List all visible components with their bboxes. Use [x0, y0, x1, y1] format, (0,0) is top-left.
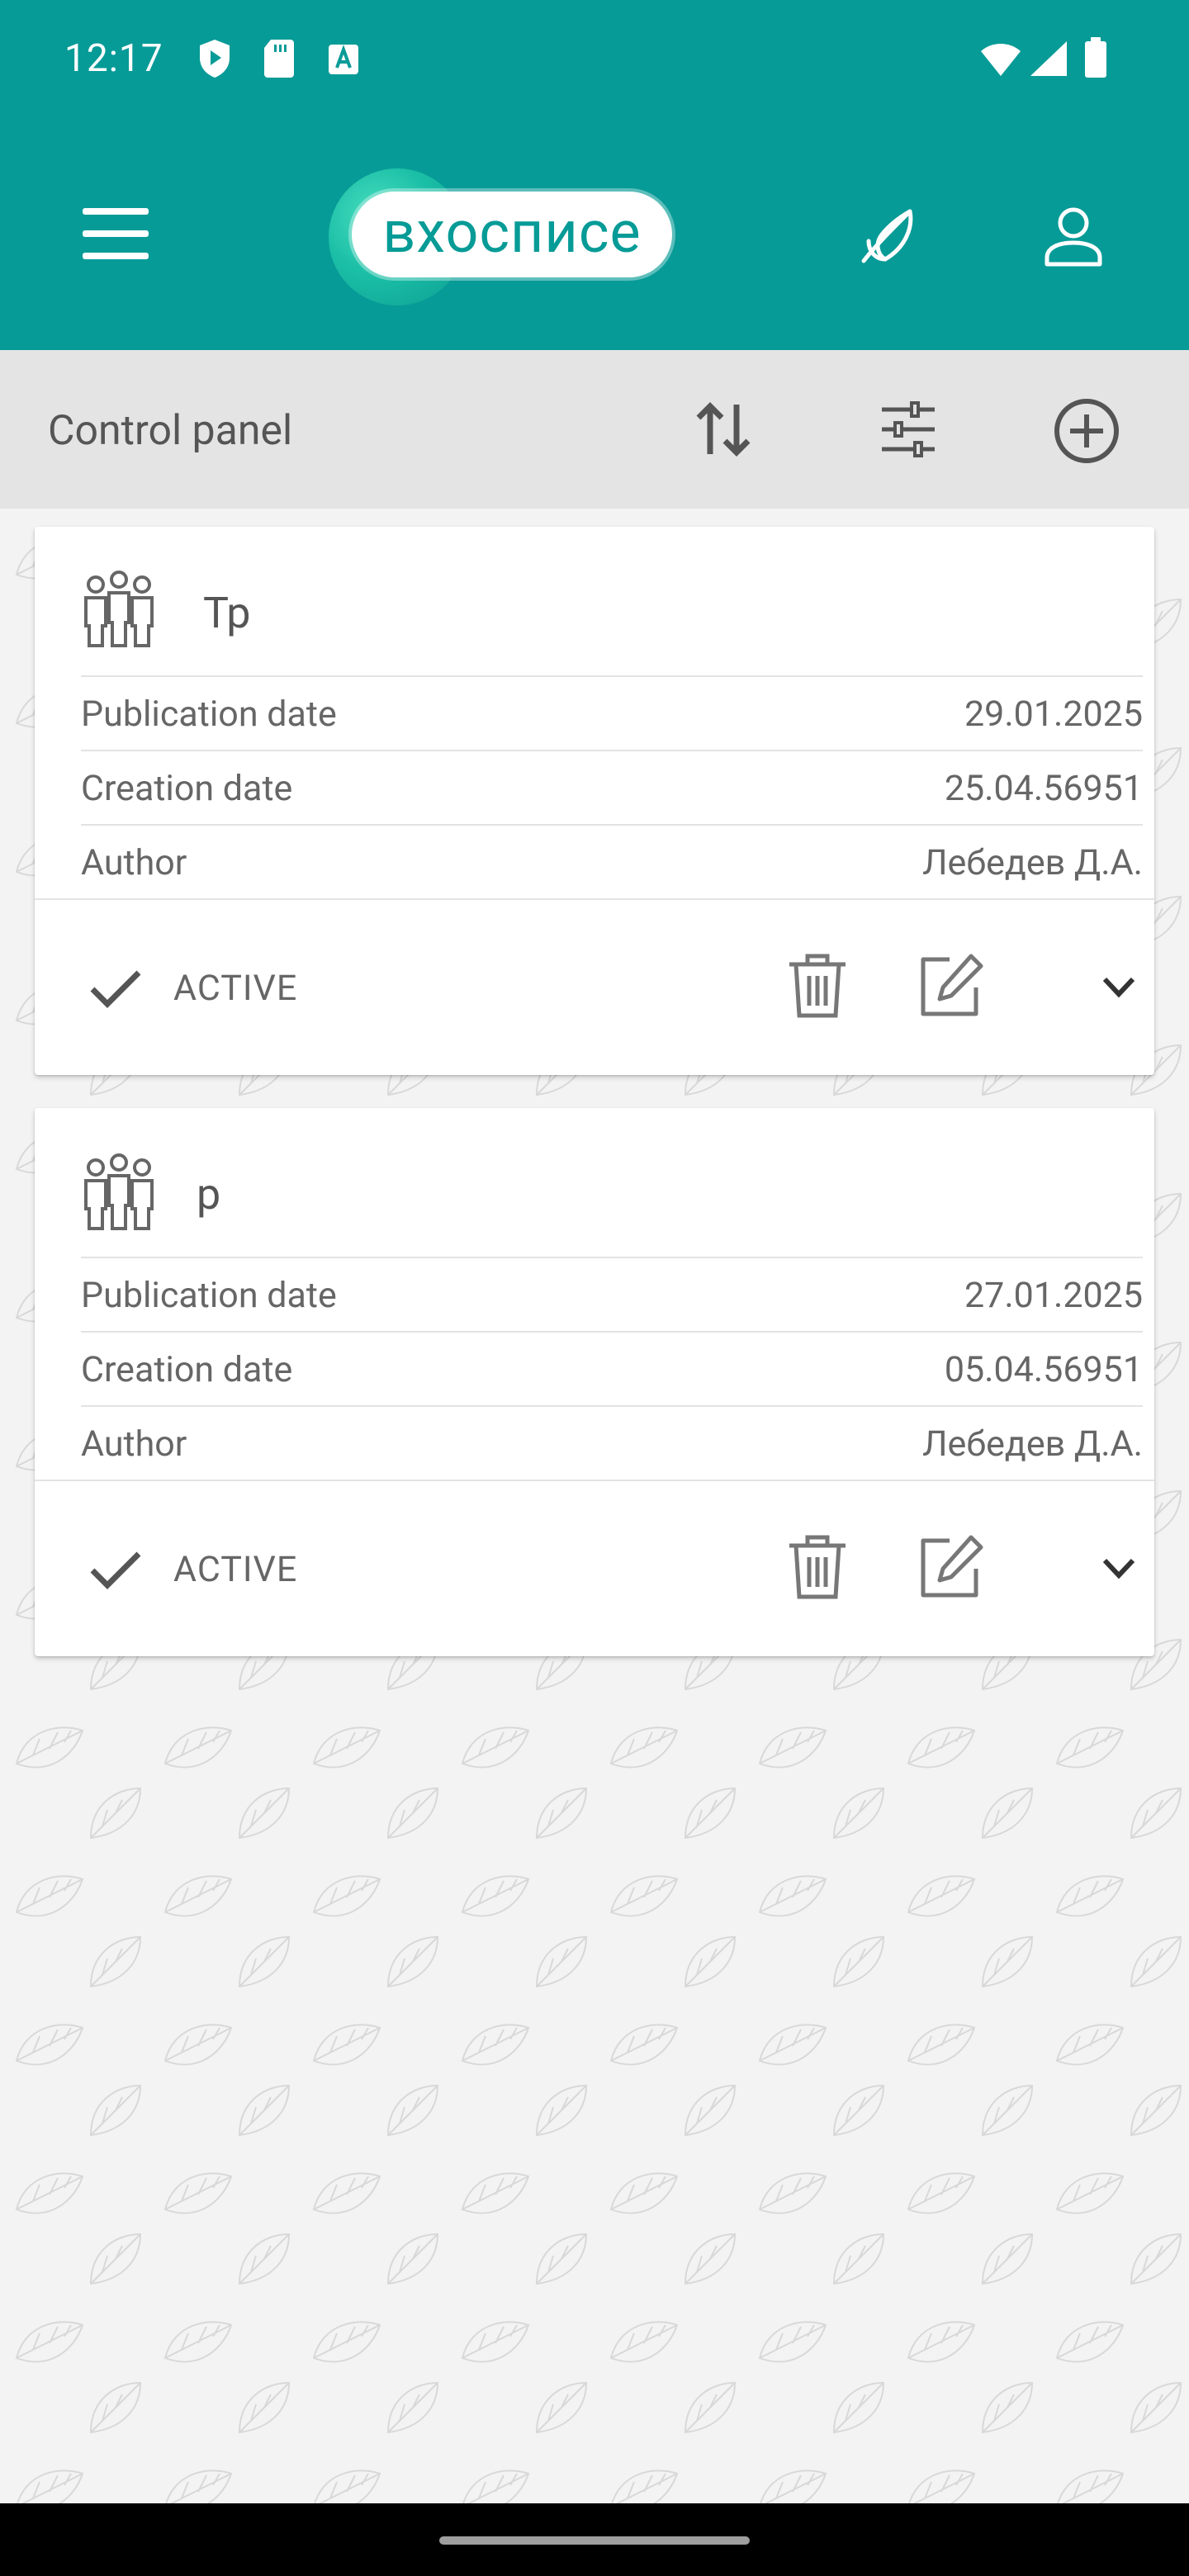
chevron-down-icon[interactable]: [1100, 971, 1138, 1007]
card-title: Тр: [203, 588, 251, 638]
card-actions: ACTIVE: [35, 898, 1154, 1077]
status-label: ACTIVE: [173, 968, 298, 1009]
publication-date-row: Publication date 27.01.2025: [81, 1257, 1143, 1333]
status-bar: 12:17: [0, 0, 1189, 122]
row-label: Creation date: [81, 1349, 293, 1390]
sd-card-icon: [263, 38, 296, 83]
author-row: Author Лебедев Д.А.: [81, 824, 1143, 900]
row-label: Publication date: [81, 1275, 337, 1316]
creation-date-row: Creation date 25.04.56951: [81, 750, 1143, 826]
edit-icon[interactable]: [917, 951, 986, 1024]
menu-icon-line: [83, 208, 149, 215]
event-card[interactable]: Тр Publication date 29.01.2025 Creation …: [35, 527, 1154, 1075]
filter-sliders-icon[interactable]: [875, 396, 941, 466]
card-header: р: [35, 1108, 1154, 1257]
row-label: Author: [81, 842, 187, 883]
menu-icon-line: [83, 253, 149, 259]
card-title: р: [197, 1169, 221, 1219]
publication-date-row: Publication date 29.01.2025: [81, 675, 1143, 751]
home-gesture-handle[interactable]: [439, 2536, 750, 2545]
row-label: Publication date: [81, 694, 337, 735]
row-label: Creation date: [81, 768, 293, 809]
row-label: Author: [81, 1423, 187, 1465]
chevron-down-icon[interactable]: [1100, 1552, 1138, 1589]
row-value: 25.04.56951: [944, 768, 1143, 809]
creation-date-row: Creation date 05.04.56951: [81, 1331, 1143, 1407]
cellular-signal-icon: [1029, 40, 1068, 81]
edit-icon[interactable]: [917, 1532, 986, 1605]
menu-icon-line: [83, 230, 149, 237]
system-navigation-bar: [0, 2503, 1189, 2576]
check-icon[interactable]: [86, 1541, 144, 1602]
check-icon[interactable]: [86, 959, 144, 1020]
status-time: 12:17: [64, 36, 163, 81]
wifi-icon: [979, 40, 1022, 81]
shield-play-icon: [197, 38, 233, 83]
row-value: 05.04.56951: [944, 1349, 1143, 1390]
menu-button[interactable]: [83, 205, 149, 263]
logo-text: вхосписе: [382, 199, 642, 267]
trash-icon[interactable]: [784, 1532, 850, 1605]
keyboard-a-icon: [325, 38, 362, 83]
trash-icon[interactable]: [784, 951, 850, 1024]
family-group-icon: [78, 568, 160, 654]
status-label: ACTIVE: [173, 1549, 298, 1590]
control-panel-toolbar: Control panel: [0, 350, 1189, 509]
app-logo: вхосписе: [329, 168, 692, 305]
author-row: Author Лебедев Д.А.: [81, 1405, 1143, 1481]
battery-icon: [1083, 36, 1108, 83]
sort-icon[interactable]: [690, 396, 756, 466]
row-value: 29.01.2025: [964, 694, 1143, 735]
event-card[interactable]: р Publication date 27.01.2025 Creation d…: [35, 1108, 1154, 1656]
feather-icon[interactable]: [852, 200, 925, 276]
app-bar: вхосписе: [0, 122, 1189, 350]
card-actions: ACTIVE: [35, 1480, 1154, 1658]
add-circle-icon[interactable]: [1052, 396, 1121, 469]
row-value: Лебедев Д.А.: [922, 842, 1143, 883]
card-header: Тр: [35, 527, 1154, 675]
page-title: Control panel: [48, 407, 293, 455]
family-group-icon: [78, 1151, 160, 1237]
row-value: 27.01.2025: [964, 1275, 1143, 1316]
profile-icon[interactable]: [1037, 200, 1110, 276]
row-value: Лебедев Д.А.: [922, 1423, 1143, 1465]
